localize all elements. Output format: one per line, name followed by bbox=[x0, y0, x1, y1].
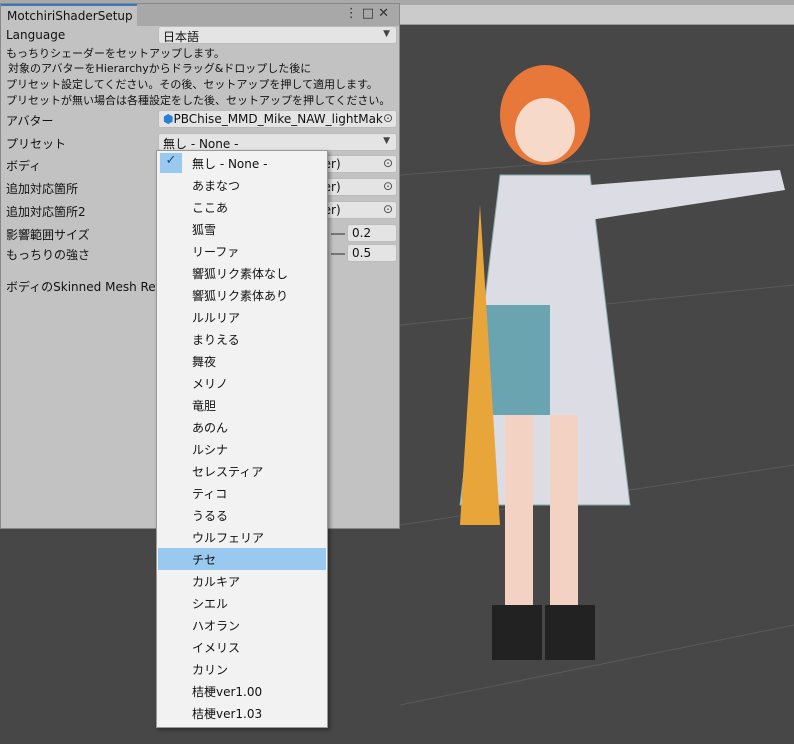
preset-option-label: 響狐リク素体あり bbox=[192, 289, 289, 303]
preset-option-label: 無し - None - bbox=[192, 157, 268, 171]
body-label: ボディ bbox=[6, 159, 42, 173]
preset-option-label: メリノ bbox=[192, 377, 229, 391]
preset-option-label: ルルリア bbox=[192, 311, 241, 325]
preset-option-label: うるる bbox=[192, 509, 229, 523]
preset-option[interactable]: ルシナ bbox=[158, 438, 326, 460]
extra2-label: 追加対応箇所2 bbox=[6, 205, 86, 219]
preset-option-label: ここあ bbox=[192, 201, 229, 215]
preset-option[interactable]: イメリス bbox=[158, 636, 326, 658]
preset-select[interactable]: 無し - None - ▼ bbox=[158, 133, 397, 151]
scene-toolbar bbox=[400, 5, 794, 25]
preset-option-label: 響狐リク素体なし bbox=[192, 267, 289, 281]
scene-view[interactable] bbox=[399, 25, 794, 741]
preset-option-label: シエル bbox=[192, 597, 229, 611]
preset-option[interactable]: 響狐リク素体あり bbox=[158, 284, 326, 306]
language-select[interactable]: 日本語 ▼ bbox=[158, 26, 397, 44]
preset-option-label: ルシナ bbox=[192, 443, 229, 457]
preset-option[interactable]: カリン bbox=[158, 658, 326, 680]
preset-option[interactable]: まりえる bbox=[158, 328, 326, 350]
preset-option[interactable]: ここあ bbox=[158, 196, 326, 218]
chevron-down-icon: ▼ bbox=[383, 136, 390, 146]
preset-label: プリセット bbox=[6, 137, 67, 151]
preset-option[interactable]: シエル bbox=[158, 592, 326, 614]
object-picker-icon[interactable]: ⊙ bbox=[382, 111, 393, 125]
object-picker-icon[interactable]: ⊙ bbox=[383, 179, 393, 193]
more-icon[interactable]: ⋮ bbox=[345, 6, 362, 21]
preset-option-label: リーファ bbox=[192, 245, 240, 259]
language-value: 日本語 bbox=[163, 30, 200, 44]
avatar-label: アバター bbox=[6, 114, 54, 128]
checkmark-icon: ✓ bbox=[160, 153, 182, 173]
avatar-value: PBChise_MMD_Mike_NAW_lightMake bbox=[173, 112, 390, 126]
avatar-preview bbox=[399, 65, 794, 706]
preset-option-label: ティコ bbox=[192, 487, 228, 501]
description-line: プリセット設定してください。その後、セットアップを押して適用します。 bbox=[6, 78, 378, 91]
avatar-field[interactable]: ⬢PBChise_MMD_Mike_NAW_lightMake ⊙ bbox=[158, 110, 397, 128]
preset-option-label: 桔梗ver1.00 bbox=[192, 685, 263, 699]
preset-option-label: あまなつ bbox=[192, 179, 241, 193]
preset-option[interactable]: 桔梗ver1.03 bbox=[158, 702, 326, 724]
window-tab-bar: MotchiriShaderSetup ⋮□✕ bbox=[1, 4, 399, 26]
preset-option[interactable]: メリノ bbox=[158, 372, 326, 394]
preset-option-label: まりえる bbox=[192, 333, 240, 347]
range-input[interactable]: 0.2 bbox=[347, 224, 397, 242]
preset-option-label: チセ bbox=[192, 553, 217, 567]
description-line: もっちりシェーダーをセットアップします。 bbox=[6, 47, 225, 60]
preset-option[interactable]: ✓ 無し - None - bbox=[158, 152, 326, 174]
preset-option-label: セレスティア bbox=[192, 465, 264, 479]
range-slider[interactable] bbox=[331, 233, 345, 235]
description-line: プリセットが無い場合は各種設定をした後、セットアップを押してください。 bbox=[6, 94, 391, 107]
preset-option[interactable]: うるる bbox=[158, 504, 326, 526]
language-label: Language bbox=[6, 28, 66, 42]
strength-slider[interactable] bbox=[331, 253, 345, 255]
preset-option[interactable]: あまなつ bbox=[158, 174, 326, 196]
object-picker-icon[interactable]: ⊙ bbox=[383, 202, 393, 216]
skinned-mesh-label: ボディのSkinned Mesh Rend bbox=[6, 280, 171, 294]
preset-option-label: 舞夜 bbox=[192, 355, 217, 369]
prefab-cube-icon: ⬢ bbox=[163, 112, 174, 126]
preset-option-label: ハオラン bbox=[192, 619, 241, 633]
strength-label: もっちりの強さ bbox=[6, 248, 91, 262]
maximize-icon[interactable]: □ bbox=[362, 6, 378, 21]
preset-option-label: ウルフェリア bbox=[192, 531, 265, 545]
strength-input[interactable]: 0.5 bbox=[347, 244, 397, 262]
chevron-down-icon: ▼ bbox=[383, 29, 390, 39]
preset-option-label: 狐雪 bbox=[192, 223, 217, 237]
preset-option[interactable]: セレスティア bbox=[158, 460, 326, 482]
preset-option-label: カリン bbox=[192, 663, 229, 677]
preset-option[interactable]: チセ bbox=[158, 548, 326, 570]
preset-dropdown-menu: ✓ 無し - None - あまなつここあ狐雪リーファ響狐リク素体なし 響狐リク素体あ… bbox=[156, 150, 328, 728]
object-picker-icon[interactable]: ⊙ bbox=[383, 156, 393, 170]
preset-value: 無し - None - bbox=[163, 137, 239, 151]
range-label: 影響範囲サイズ bbox=[6, 228, 90, 242]
preset-option[interactable]: ティコ bbox=[158, 482, 326, 504]
preset-option-label: カルキア bbox=[192, 575, 241, 589]
preset-option[interactable]: ルルリア bbox=[158, 306, 326, 328]
preset-option[interactable]: カルキア bbox=[158, 570, 326, 592]
preset-option[interactable]: 竜胆 bbox=[158, 394, 326, 416]
close-icon[interactable]: ✕ bbox=[378, 6, 393, 21]
preset-option[interactable]: ハオラン bbox=[158, 614, 326, 636]
preset-option-label: 竜胆 bbox=[192, 399, 217, 413]
preset-option[interactable]: ウルフェリア bbox=[158, 526, 326, 548]
preset-option-label: 桔梗ver1.03 bbox=[192, 707, 263, 721]
preset-option-label: イメリス bbox=[192, 641, 241, 655]
preset-option[interactable]: 桔梗ver1.00 bbox=[158, 680, 326, 702]
preset-option[interactable]: 舞夜 bbox=[158, 350, 326, 372]
extra1-label: 追加対応箇所 bbox=[6, 182, 79, 196]
preset-option[interactable]: 狐雪 bbox=[158, 218, 326, 240]
preset-option[interactable]: あのん bbox=[158, 416, 326, 438]
preset-option[interactable]: 響狐リク素体なし bbox=[158, 262, 326, 284]
window-tab[interactable]: MotchiriShaderSetup bbox=[1, 4, 137, 26]
preset-option[interactable]: リーファ bbox=[158, 240, 326, 262]
description-line: 対象のアバターをHierarchyからドラッグ&ドロップした後に bbox=[8, 62, 312, 75]
preset-option-label: あのん bbox=[192, 421, 229, 435]
